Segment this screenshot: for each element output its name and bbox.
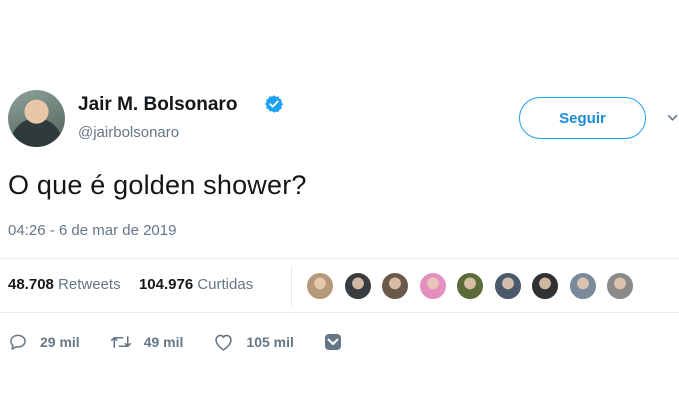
user-handle[interactable]: @jairbolsonaro — [78, 124, 179, 141]
retweet-count: 48.708 — [8, 276, 54, 293]
retweet-button[interactable]: 49 mil — [110, 332, 184, 352]
liker-avatar[interactable] — [567, 271, 598, 301]
tweet-stats: 48.708 Retweets 104.976 Curtidas — [8, 276, 253, 293]
liker-avatar[interactable] — [305, 271, 335, 301]
retweet-label: Retweets — [58, 276, 121, 293]
likes-stat[interactable]: 104.976 Curtidas — [139, 276, 253, 293]
reply-icon — [10, 334, 26, 350]
retweet-stat[interactable]: 48.708 Retweets — [8, 276, 125, 293]
liker-avatar[interactable] — [380, 271, 410, 301]
like-count: 105 mil — [246, 334, 294, 350]
user-name[interactable]: Jair M. Bolsonaro — [78, 94, 237, 116]
tweet-timestamp[interactable]: 04:26 - 6 de mar de 2019 — [8, 222, 176, 239]
liker-avatar[interactable] — [492, 271, 523, 301]
liker-avatar[interactable] — [530, 271, 560, 301]
liker-avatar[interactable] — [417, 271, 448, 301]
tweet-text: O que é golden shower? — [8, 170, 307, 200]
divider — [0, 258, 679, 259]
likers-avatars — [305, 271, 643, 301]
stats-separator — [291, 266, 292, 306]
liker-avatar[interactable] — [605, 271, 635, 301]
verified-badge-icon — [265, 95, 283, 113]
tweet-actions: 29 mil 49 mil 105 mil — [8, 332, 342, 352]
liker-avatar[interactable] — [455, 271, 485, 301]
divider — [0, 312, 679, 313]
direct-message-icon[interactable] — [324, 333, 342, 351]
chevron-down-icon[interactable] — [666, 111, 679, 124]
like-button[interactable]: 105 mil — [213, 332, 294, 352]
retweet-icon — [110, 336, 131, 348]
retweet-action-count: 49 mil — [143, 334, 184, 350]
reply-count: 29 mil — [40, 334, 80, 350]
heart-icon — [215, 334, 233, 351]
follow-button[interactable]: Seguir — [519, 97, 646, 139]
avatar[interactable] — [8, 90, 65, 147]
liker-avatar[interactable] — [342, 271, 373, 301]
likes-count: 104.976 — [138, 276, 194, 293]
reply-button[interactable]: 29 mil — [8, 332, 80, 352]
likes-label: Curtidas — [197, 276, 254, 293]
